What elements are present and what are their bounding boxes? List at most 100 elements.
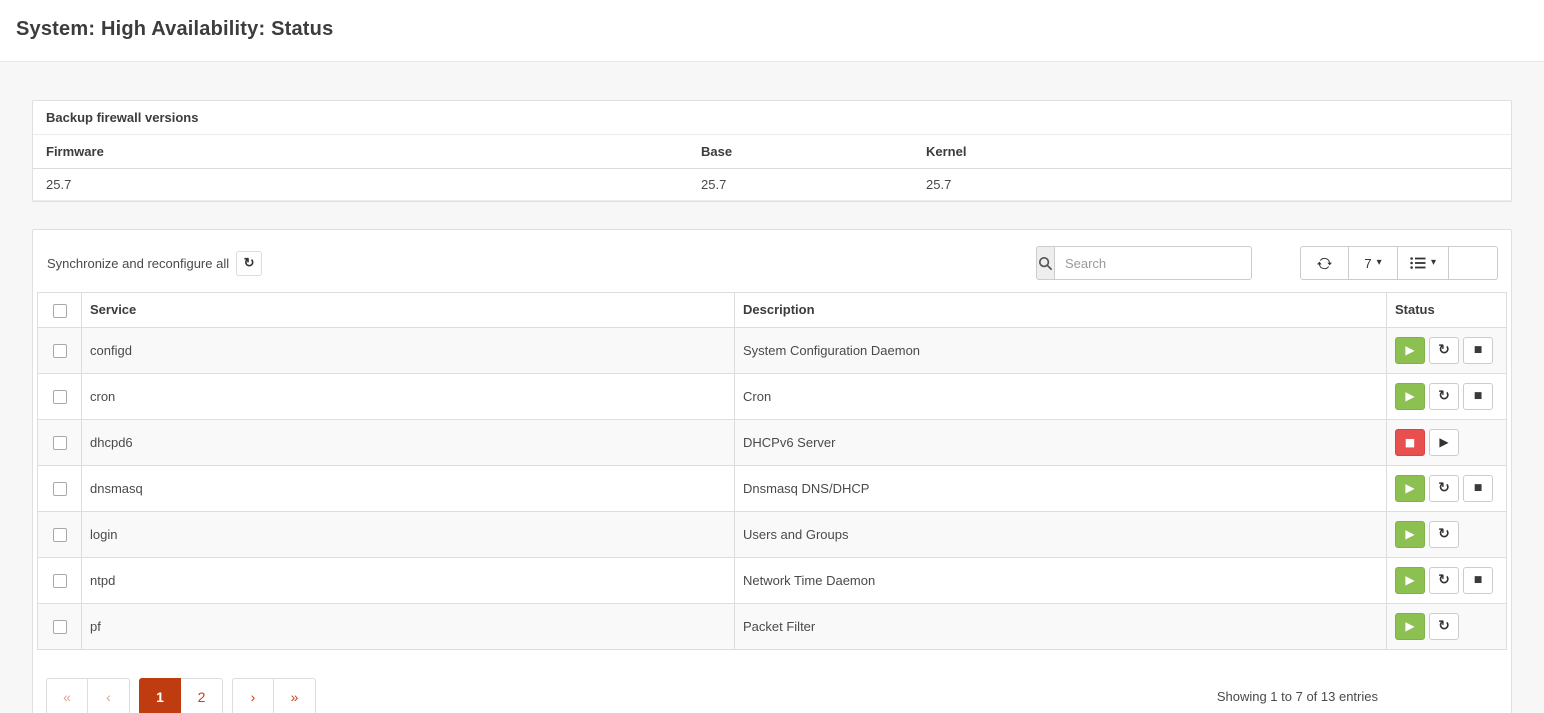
table-row: dnsmasq Dnsmasq DNS/DHCP ▶ ↻ ■ [38, 465, 1507, 511]
row-checkbox[interactable] [53, 482, 67, 496]
table-row: configd System Configuration Daemon ▶ ↻ … [38, 327, 1507, 373]
pagination: « ‹ 1 2 › » [46, 678, 316, 713]
chevron-down-icon: ▾ [1377, 258, 1382, 268]
row-checkbox[interactable] [53, 574, 67, 588]
row-checkbox[interactable] [53, 528, 67, 542]
pagination-page-1[interactable]: 1 [139, 678, 181, 713]
service-description: Packet Filter [735, 603, 1387, 649]
toolbar-extra-button[interactable] [1449, 246, 1498, 280]
backup-versions-panel: Backup firewall versions Firmware Base K… [32, 100, 1512, 202]
service-name: ntpd [82, 557, 735, 603]
col-base: Base [688, 135, 913, 169]
service-description: Network Time Daemon [735, 557, 1387, 603]
firmware-version: 25.7 [33, 169, 688, 201]
table-row: dhcpd6 DHCPv6 Server ■ ▶ [38, 419, 1507, 465]
refresh-icon [1317, 256, 1332, 271]
table-row: cron Cron ▶ ↻ ■ [38, 373, 1507, 419]
row-checkbox[interactable] [53, 436, 67, 450]
stop-icon: ■ [1474, 575, 1483, 585]
service-name: configd [82, 327, 735, 373]
kernel-version: 25.7 [913, 169, 1511, 201]
restart-icon: ↻ [1438, 572, 1450, 588]
search-addon [1036, 246, 1054, 280]
chevron-left-icon: ‹ [106, 689, 111, 705]
status-running-button[interactable]: ▶ [1395, 383, 1425, 410]
restart-button[interactable]: ↻ [1429, 475, 1459, 502]
status-running-button[interactable]: ▶ [1395, 567, 1425, 594]
stop-button[interactable]: ■ [1463, 567, 1493, 594]
service-name: dhcpd6 [82, 419, 735, 465]
service-description: Dnsmasq DNS/DHCP [735, 465, 1387, 511]
service-description: DHCPv6 Server [735, 419, 1387, 465]
pagination-first-button[interactable]: « [46, 678, 88, 713]
entries-summary: Showing 1 to 7 of 13 entries [1217, 689, 1498, 704]
play-icon: ▶ [1405, 619, 1414, 633]
service-name: pf [82, 603, 735, 649]
select-all-checkbox[interactable] [53, 304, 67, 318]
pagination-last-button[interactable]: » [274, 678, 316, 713]
columns-dropdown[interactable]: ▾ [1398, 246, 1449, 280]
col-description: Description [735, 293, 1387, 328]
table-header-row: Service Description Status [38, 293, 1507, 328]
page-size-value: 7 [1364, 256, 1371, 271]
play-icon: ▶ [1405, 343, 1414, 357]
restart-button[interactable]: ↻ [1429, 521, 1459, 548]
sync-all-label: Synchronize and reconfigure all [47, 256, 229, 271]
search-group [1036, 246, 1252, 280]
list-icon [1410, 256, 1426, 270]
row-checkbox[interactable] [53, 344, 67, 358]
play-icon: ▶ [1405, 481, 1414, 495]
status-stopped-button[interactable]: ■ [1395, 429, 1425, 456]
play-icon: ▶ [1439, 435, 1448, 449]
stop-icon: ■ [1405, 436, 1415, 449]
backup-versions-title: Backup firewall versions [33, 101, 1511, 135]
sync-all-button[interactable]: ↻ [236, 251, 262, 276]
col-firmware: Firmware [33, 135, 688, 169]
status-running-button[interactable]: ▶ [1395, 337, 1425, 364]
pagination-next-button[interactable]: › [232, 678, 274, 713]
page-title: System: High Availability: Status [16, 18, 1528, 41]
stop-button[interactable]: ■ [1463, 337, 1493, 364]
row-checkbox[interactable] [53, 620, 67, 634]
base-version: 25.7 [688, 169, 913, 201]
stop-icon: ■ [1474, 391, 1483, 401]
table-row: pf Packet Filter ▶ ↻ [38, 603, 1507, 649]
page-size-dropdown[interactable]: 7 ▾ [1349, 246, 1398, 280]
service-name: dnsmasq [82, 465, 735, 511]
refresh-table-button[interactable] [1300, 246, 1349, 280]
restart-button[interactable]: ↻ [1429, 383, 1459, 410]
service-description: Users and Groups [735, 511, 1387, 557]
versions-table: Firmware Base Kernel 25.7 25.7 25.7 [33, 135, 1511, 201]
start-button[interactable]: ▶ [1429, 429, 1459, 456]
restart-button[interactable]: ↻ [1429, 337, 1459, 364]
restart-icon: ↻ [1438, 388, 1450, 404]
stop-icon: ■ [1474, 483, 1483, 493]
restart-icon: ↻ [1438, 618, 1450, 634]
services-panel: Synchronize and reconfigure all ↻ [32, 229, 1512, 713]
table-row: ntpd Network Time Daemon ▶ ↻ ■ [38, 557, 1507, 603]
table-row: login Users and Groups ▶ ↻ [38, 511, 1507, 557]
status-running-button[interactable]: ▶ [1395, 475, 1425, 502]
row-checkbox[interactable] [53, 390, 67, 404]
restart-button[interactable]: ↻ [1429, 567, 1459, 594]
versions-row: 25.7 25.7 25.7 [33, 169, 1511, 201]
play-icon: ▶ [1405, 389, 1414, 403]
service-name: login [82, 511, 735, 557]
table-footer: « ‹ 1 2 › » Showing 1 to 7 of 13 entries [33, 650, 1511, 713]
chevron-right-icon: › [251, 689, 256, 705]
status-running-button[interactable]: ▶ [1395, 521, 1425, 548]
play-icon: ▶ [1405, 573, 1414, 587]
chevron-down-icon: ▾ [1431, 258, 1436, 268]
pagination-prev-button[interactable]: ‹ [88, 678, 130, 713]
stop-button[interactable]: ■ [1463, 383, 1493, 410]
page-header: System: High Availability: Status [0, 0, 1544, 62]
pagination-page-2[interactable]: 2 [181, 678, 223, 713]
restart-button[interactable]: ↻ [1429, 613, 1459, 640]
refresh-icon: ↻ [244, 255, 255, 271]
col-service: Service [82, 293, 735, 328]
restart-icon: ↻ [1438, 526, 1450, 542]
col-status: Status [1387, 293, 1507, 328]
search-input[interactable] [1054, 246, 1252, 280]
stop-button[interactable]: ■ [1463, 475, 1493, 502]
status-running-button[interactable]: ▶ [1395, 613, 1425, 640]
